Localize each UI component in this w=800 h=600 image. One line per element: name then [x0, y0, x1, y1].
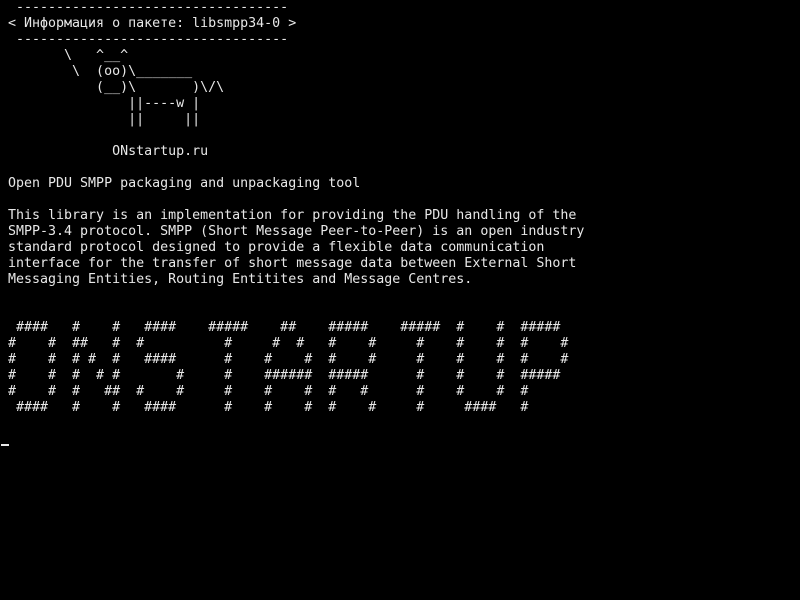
cowsay-bubble-top: ----------------------------------: [8, 0, 289, 15]
cow-ascii-line: ||----w |: [8, 96, 201, 111]
text-cursor: [1, 444, 9, 446]
cow-ascii-line: (__)\ )\/\: [8, 80, 225, 95]
terminal-screen[interactable]: ---------------------------------- < Инф…: [0, 0, 800, 600]
banner-text-line: #### # # #### # # # # # # #### #: [8, 400, 529, 415]
package-description-line: SMPP-3.4 protocol. SMPP (Short Message P…: [8, 224, 585, 239]
cowsay-bubble-bottom: ----------------------------------: [8, 32, 289, 47]
banner-text-line: #### # # #### ##### ## ##### ##### # # #…: [8, 320, 561, 335]
package-description-line: Messaging Entities, Routing Entitites an…: [8, 272, 473, 287]
package-description-line: standard protocol designed to provide a …: [8, 240, 545, 255]
banner-text-line: # # # # # #### # # # # # # # # # #: [8, 352, 569, 367]
package-description-line: This library is an implementation for pr…: [8, 208, 577, 223]
package-description-line: interface for the transfer of short mess…: [8, 256, 577, 271]
cow-ascii-line: \ ^__^: [8, 48, 129, 63]
package-summary: Open PDU SMPP packaging and unpackaging …: [8, 176, 361, 191]
banner-text-line: # # # ## # # # # # # # # # # #: [8, 384, 529, 399]
cow-ascii-line: || ||: [8, 112, 201, 127]
banner-text-line: # # ## # # # # # # # # # # # #: [8, 336, 569, 351]
site-signature: ONstartup.ru: [8, 144, 209, 159]
cow-ascii-line: \ (oo)\_______: [8, 64, 193, 79]
cowsay-bubble-text: < Информация о пакете: libsmpp34-0 >: [8, 16, 297, 31]
banner-text-line: # # # # # # # ###### ##### # # # #####: [8, 368, 561, 383]
